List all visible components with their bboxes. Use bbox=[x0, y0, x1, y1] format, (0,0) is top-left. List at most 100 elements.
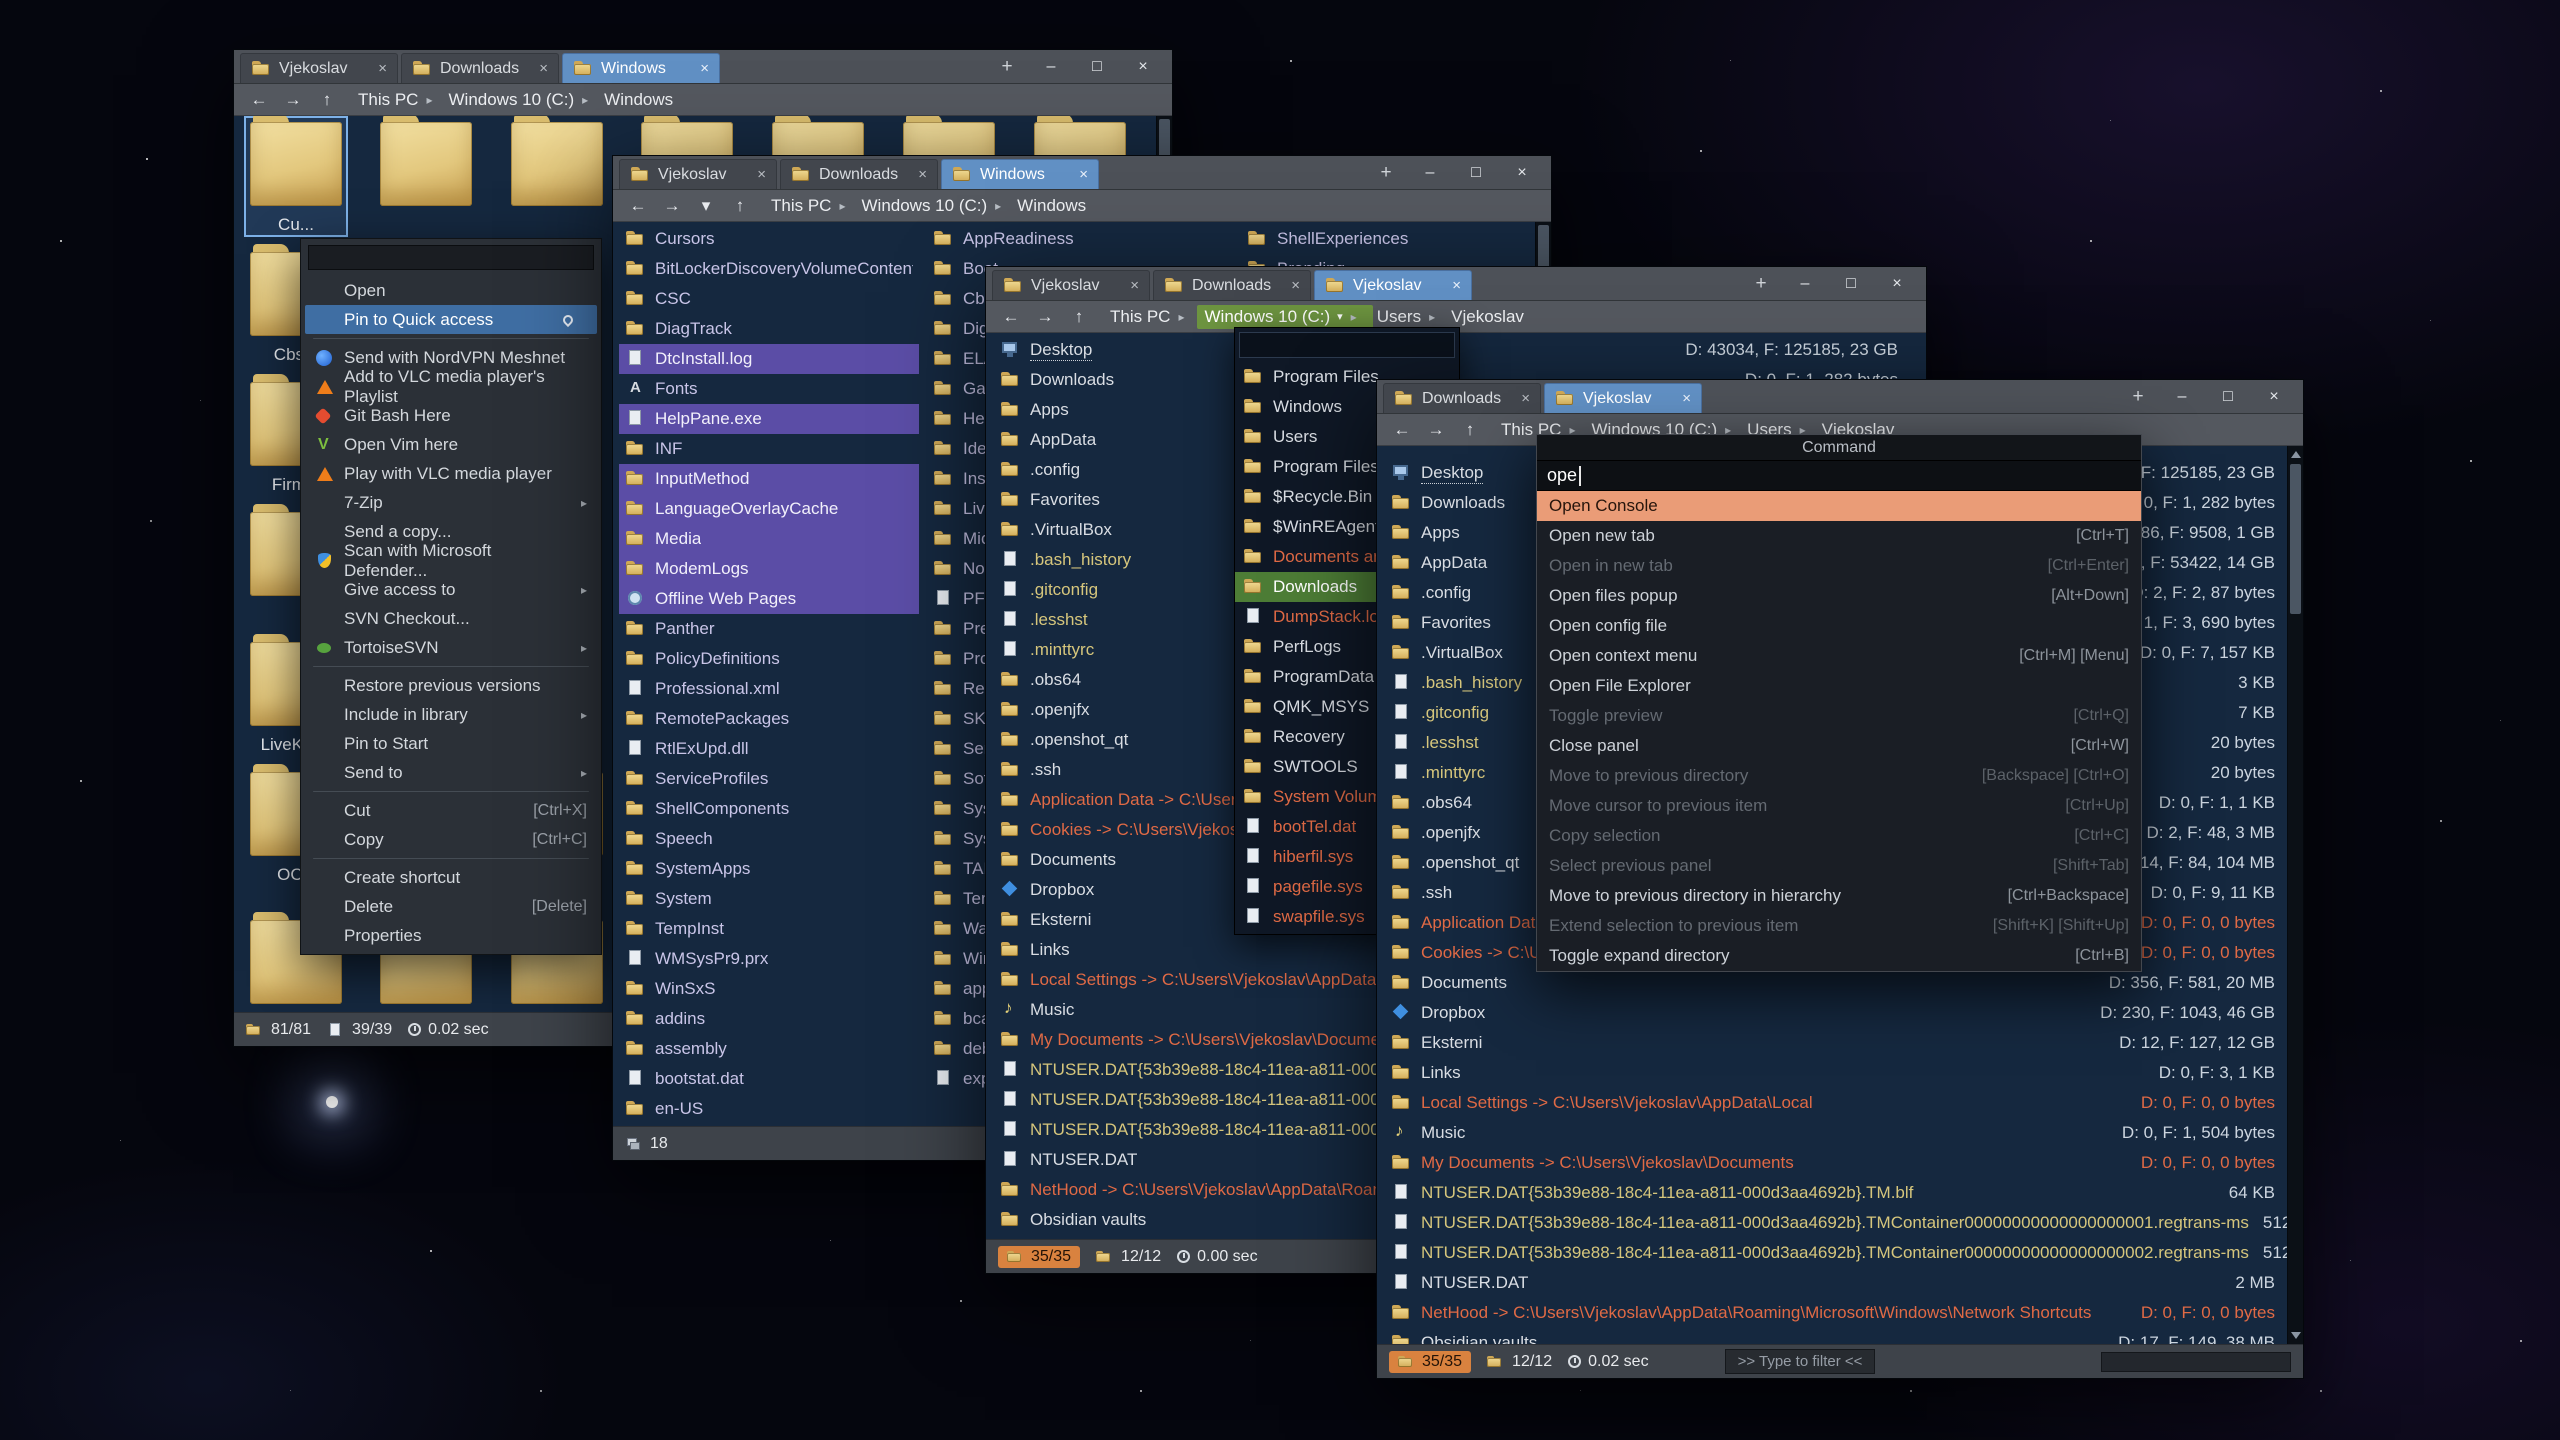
palette-item[interactable]: Select previous panel [Shift+Tab] bbox=[1537, 851, 2141, 881]
menu-item[interactable]: Open ▸ bbox=[305, 276, 597, 305]
forward-button[interactable]: → bbox=[278, 88, 308, 112]
menu-item[interactable]: Open Vim here ▸ bbox=[305, 430, 597, 459]
palette-item[interactable]: Open new tab [Ctrl+T] bbox=[1537, 521, 2141, 551]
close-button[interactable]: × bbox=[1501, 159, 1543, 187]
close-button[interactable]: × bbox=[1876, 270, 1918, 298]
file-row[interactable]: NTUSER.DAT{53b39e88-18c4-11ea-a811-000d3… bbox=[1381, 1238, 2285, 1268]
file-row[interactable]: BitLockerDiscoveryVolumeContents bbox=[619, 254, 919, 284]
menu-item[interactable]: Delete [Delete] ▸ bbox=[305, 892, 597, 921]
tab[interactable]: Windows × bbox=[941, 159, 1099, 189]
grid-folder[interactable] bbox=[376, 118, 476, 215]
breadcrumb-item[interactable]: Windows 10 (C:) ▾ ▸ bbox=[1197, 305, 1373, 329]
tab-close-icon[interactable]: × bbox=[378, 60, 387, 77]
tab[interactable]: Downloads × bbox=[780, 159, 938, 189]
file-row[interactable]: Eksterni D: 12, F: 127, 12 GB bbox=[1381, 1028, 2285, 1058]
filter-hint[interactable]: >> Type to filter << bbox=[1725, 1349, 1876, 1374]
file-row[interactable]: Cursors bbox=[619, 224, 919, 254]
file-row[interactable]: en-US bbox=[619, 1094, 919, 1124]
forward-button[interactable]: → bbox=[1030, 305, 1060, 329]
file-row[interactable]: Offline Web Pages bbox=[619, 584, 919, 614]
grid-folder[interactable] bbox=[507, 118, 607, 215]
minimize-button[interactable]: – bbox=[1030, 53, 1072, 81]
file-row[interactable]: bootstat.dat bbox=[619, 1064, 919, 1094]
maximize-button[interactable]: □ bbox=[1076, 53, 1118, 81]
titlebar[interactable]: Vjekoslav × Downloads × Windows × + – □ bbox=[613, 156, 1551, 190]
new-tab-button[interactable]: + bbox=[2123, 380, 2153, 413]
file-row[interactable]: System bbox=[619, 884, 919, 914]
tab[interactable]: Downloads × bbox=[1383, 383, 1541, 413]
forward-button[interactable]: → bbox=[1421, 418, 1451, 442]
menu-item[interactable]: Scan with Microsoft Defender... ▸ bbox=[305, 546, 597, 575]
palette-item[interactable]: Open config file bbox=[1537, 611, 2141, 641]
menu-filter-input[interactable] bbox=[308, 245, 594, 270]
menu-item[interactable]: Pin to Start ▸ bbox=[305, 729, 597, 758]
palette-item[interactable]: Open context menu [Ctrl+M] [Menu] bbox=[1537, 641, 2141, 671]
forward-button[interactable]: → bbox=[657, 194, 687, 218]
file-row[interactable]: ShellComponents bbox=[619, 794, 919, 824]
up-button[interactable]: ↑ bbox=[1064, 305, 1094, 329]
palette-item[interactable]: Copy selection [Ctrl+C] bbox=[1537, 821, 2141, 851]
menu-item[interactable]: Play with VLC media player ▸ bbox=[305, 459, 597, 488]
maximize-button[interactable]: □ bbox=[2207, 383, 2249, 411]
minimize-button[interactable]: – bbox=[1784, 270, 1826, 298]
tab-close-icon[interactable]: × bbox=[1079, 166, 1088, 183]
file-row[interactable]: InputMethod bbox=[619, 464, 919, 494]
back-button[interactable]: ← bbox=[623, 194, 653, 218]
up-button[interactable]: ↑ bbox=[1455, 418, 1485, 442]
scroll-up-icon[interactable] bbox=[2291, 451, 2301, 458]
file-row[interactable]: RemotePackages bbox=[619, 704, 919, 734]
tab[interactable]: Vjekoslav × bbox=[1544, 383, 1702, 413]
menu-item[interactable]: Cut [Ctrl+X] ▸ bbox=[305, 796, 597, 825]
file-row[interactable]: NTUSER.DAT{53b39e88-18c4-11ea-a811-000d3… bbox=[1381, 1208, 2285, 1238]
tab[interactable]: Downloads × bbox=[1153, 270, 1311, 300]
palette-item[interactable]: Open files popup [Alt+Down] bbox=[1537, 581, 2141, 611]
file-row[interactable]: WinSxS bbox=[619, 974, 919, 1004]
file-row[interactable]: My Documents -> C:\Users\Vjekoslav\Docum… bbox=[1381, 1148, 2285, 1178]
file-row[interactable]: Professional.xml bbox=[619, 674, 919, 704]
file-row[interactable]: ServiceProfiles bbox=[619, 764, 919, 794]
tab-close-icon[interactable]: × bbox=[1291, 277, 1300, 294]
menu-item[interactable]: Include in library ▸ bbox=[305, 700, 597, 729]
file-row[interactable]: Speech bbox=[619, 824, 919, 854]
breadcrumb-item[interactable]: Windows 10 (C:) ▾ ▸ bbox=[858, 194, 1014, 218]
close-button[interactable]: × bbox=[2253, 383, 2295, 411]
file-row[interactable]: HelpPane.exe bbox=[619, 404, 919, 434]
palette-item[interactable]: Move to previous directory [Backspace] [… bbox=[1537, 761, 2141, 791]
file-row[interactable]: ModemLogs bbox=[619, 554, 919, 584]
minimize-button[interactable]: – bbox=[2161, 383, 2203, 411]
tab-close-icon[interactable]: × bbox=[1452, 277, 1461, 294]
tab-close-icon[interactable]: × bbox=[757, 166, 766, 183]
file-row[interactable]: CSC bbox=[619, 284, 919, 314]
menu-item[interactable]: ▸ bbox=[313, 666, 589, 667]
file-row[interactable]: Media bbox=[619, 524, 919, 554]
file-row[interactable]: NTUSER.DAT{53b39e88-18c4-11ea-a811-000d3… bbox=[1381, 1178, 2285, 1208]
breadcrumb-item[interactable]: This PC ▾ ▸ bbox=[1106, 305, 1197, 329]
file-row[interactable]: assembly bbox=[619, 1034, 919, 1064]
tab[interactable]: Windows × bbox=[562, 53, 720, 83]
tab[interactable]: Downloads × bbox=[401, 53, 559, 83]
file-row[interactable]: Local Settings -> C:\Users\Vjekoslav\App… bbox=[1381, 1088, 2285, 1118]
menu-item[interactable]: TortoiseSVN ▸ bbox=[305, 633, 597, 662]
new-tab-button[interactable]: + bbox=[1746, 267, 1776, 300]
breadcrumb-item[interactable]: Windows 10 (C:) ▾ ▸ bbox=[445, 88, 601, 112]
tab[interactable]: Vjekoslav × bbox=[240, 53, 398, 83]
file-row[interactable]: TempInst bbox=[619, 914, 919, 944]
file-row[interactable]: DtcInstall.log bbox=[619, 344, 919, 374]
file-row[interactable]: NTUSER.DAT 2 MB bbox=[1381, 1268, 2285, 1298]
file-row[interactable]: Music D: 0, F: 1, 504 bytes bbox=[1381, 1118, 2285, 1148]
file-row[interactable]: Dropbox D: 230, F: 1043, 46 GB bbox=[1381, 998, 2285, 1028]
tab-close-icon[interactable]: × bbox=[1521, 390, 1530, 407]
file-row[interactable]: WMSysPr9.prx bbox=[619, 944, 919, 974]
grid-folder[interactable]: Cu... bbox=[246, 118, 346, 235]
new-tab-button[interactable]: + bbox=[1371, 156, 1401, 189]
palette-item[interactable]: Close panel [Ctrl+W] bbox=[1537, 731, 2141, 761]
minimize-button[interactable]: – bbox=[1409, 159, 1451, 187]
palette-item[interactable]: Move to previous directory in hierarchy … bbox=[1537, 881, 2141, 911]
menu-item[interactable]: ▸ bbox=[313, 858, 589, 859]
menu-item[interactable]: Create shortcut ▸ bbox=[305, 863, 597, 892]
titlebar[interactable]: Downloads × Vjekoslav × + – □ × bbox=[1377, 380, 2303, 414]
scrollbar[interactable] bbox=[2287, 446, 2303, 1344]
new-tab-button[interactable]: + bbox=[992, 50, 1022, 83]
palette-item[interactable]: Open in new tab [Ctrl+Enter] bbox=[1537, 551, 2141, 581]
up-button[interactable]: ↑ bbox=[312, 88, 342, 112]
